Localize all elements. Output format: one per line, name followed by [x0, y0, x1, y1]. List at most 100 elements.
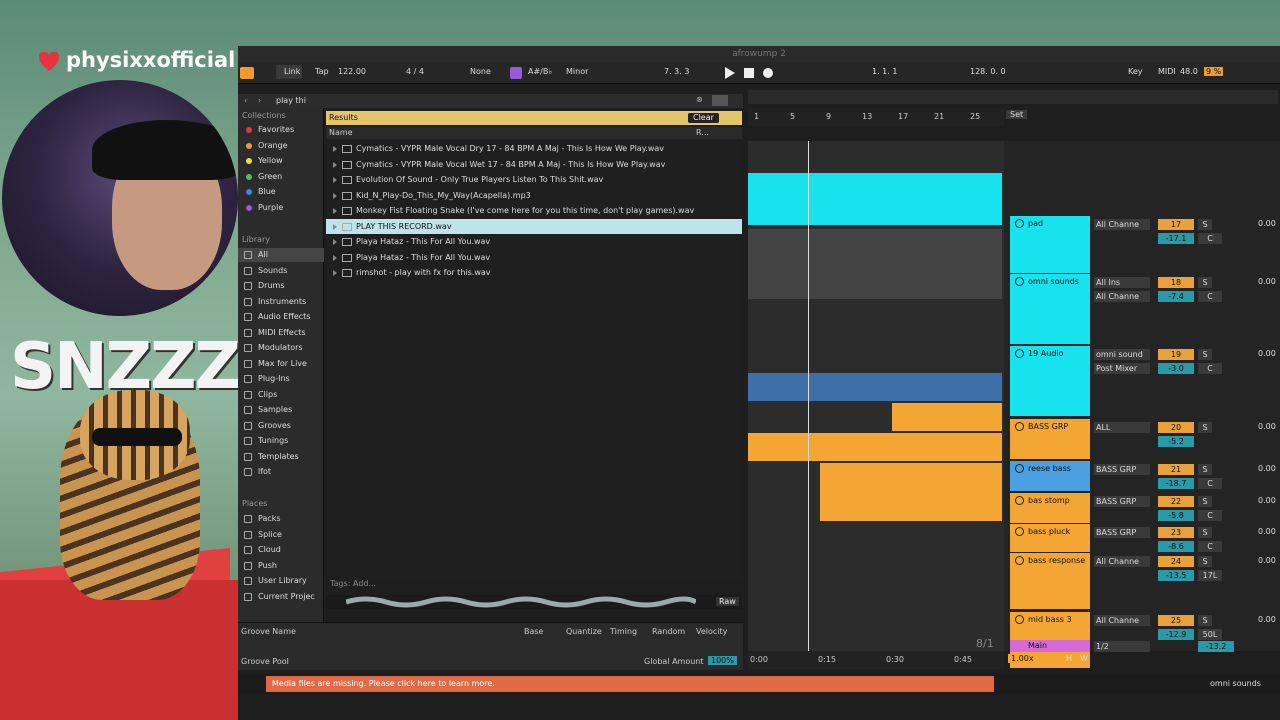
- place-item[interactable]: Packs: [238, 512, 324, 526]
- expand-arrow-icon[interactable]: [333, 270, 337, 276]
- solo-button[interactable]: S: [1198, 277, 1212, 288]
- view-toggle[interactable]: [240, 67, 254, 79]
- track-header[interactable]: BASS GRP: [1010, 419, 1090, 459]
- quantize-dropdown[interactable]: None: [470, 67, 491, 76]
- result-row[interactable]: Playa Hataz - This For All You.wav: [326, 250, 742, 265]
- fold-icon[interactable]: [1015, 422, 1024, 431]
- result-row[interactable]: Cymatics - VYPR Male Vocal Wet 17 - 84 B…: [326, 157, 742, 172]
- collection-favorites[interactable]: Favorites: [238, 123, 324, 137]
- fold-icon[interactable]: [1015, 556, 1024, 565]
- channel-select[interactable]: All Channe: [1094, 291, 1150, 302]
- library-item-drums[interactable]: Drums: [238, 279, 324, 293]
- tempo-field[interactable]: 122.00: [338, 67, 366, 76]
- library-item-lfot[interactable]: lfot: [238, 465, 324, 479]
- track-number[interactable]: 21: [1158, 464, 1194, 475]
- track-number[interactable]: 22: [1158, 496, 1194, 507]
- track-header[interactable]: bass pluck: [1010, 524, 1090, 552]
- clip-omni[interactable]: [748, 229, 1002, 299]
- preview-waveform[interactable]: Raw: [326, 595, 742, 609]
- place-item[interactable]: Push: [238, 559, 324, 573]
- send-value[interactable]: 0.00: [1258, 219, 1276, 228]
- pan-field[interactable]: C: [1198, 233, 1222, 244]
- volume-field[interactable]: -8.6: [1158, 541, 1194, 552]
- result-row[interactable]: Playa Hataz - This For All You.wav: [326, 234, 742, 249]
- clear-button[interactable]: Clear: [688, 113, 719, 123]
- back-arrow-icon[interactable]: ‹: [244, 96, 247, 105]
- input-select[interactable]: ALL: [1094, 422, 1150, 433]
- name-column[interactable]: Name: [329, 128, 353, 137]
- send-value[interactable]: 0.00: [1258, 422, 1276, 431]
- expand-arrow-icon[interactable]: [333, 161, 337, 168]
- solo-button[interactable]: S: [1198, 422, 1212, 433]
- track-header[interactable]: bass response: [1010, 553, 1090, 609]
- input-select[interactable]: All Channe: [1094, 556, 1150, 567]
- main-volume[interactable]: -13.2: [1198, 641, 1234, 652]
- forward-arrow-icon[interactable]: ›: [258, 96, 261, 105]
- fold-icon[interactable]: [1015, 349, 1024, 358]
- pan-field[interactable]: C: [1198, 478, 1222, 489]
- collection-orange[interactable]: Orange: [238, 139, 324, 153]
- solo-button[interactable]: S: [1198, 527, 1212, 538]
- fold-icon[interactable]: [1015, 527, 1024, 536]
- track-header[interactable]: reese bass: [1010, 461, 1090, 491]
- play-icon[interactable]: [724, 67, 735, 79]
- result-row[interactable]: rimshot - play with fx for this.wav: [326, 265, 742, 280]
- solo-button[interactable]: S: [1198, 556, 1212, 567]
- fold-icon[interactable]: [1015, 219, 1024, 228]
- groove-col-3[interactable]: Timing: [610, 627, 637, 636]
- tap-button[interactable]: Tap: [315, 67, 329, 76]
- global-amount-field[interactable]: 100%: [708, 656, 737, 665]
- collection-green[interactable]: Green: [238, 170, 324, 184]
- volume-field[interactable]: -12.9: [1158, 629, 1194, 640]
- zoom-field[interactable]: 1.00x: [1008, 654, 1037, 663]
- pan-field[interactable]: C: [1198, 510, 1222, 521]
- clip-stomp[interactable]: [892, 403, 1002, 431]
- library-item-audio-effects[interactable]: Audio Effects: [238, 310, 324, 324]
- solo-button[interactable]: S: [1198, 219, 1212, 230]
- send-value[interactable]: 0.00: [1258, 527, 1276, 536]
- groove-col-4[interactable]: Random: [652, 627, 685, 636]
- stop-icon[interactable]: [744, 68, 754, 78]
- result-row[interactable]: Monkey Fist Floating Snake (I've come he…: [326, 203, 742, 218]
- scale-dropdown[interactable]: Minor: [566, 67, 588, 76]
- track-header[interactable]: bas stomp: [1010, 493, 1090, 523]
- fold-icon[interactable]: [1015, 496, 1024, 505]
- beat-ruler[interactable]: 1 5 9 13 17 21 25: [748, 108, 1004, 126]
- fold-icon[interactable]: [1015, 464, 1024, 473]
- send-value[interactable]: 0.00: [1258, 556, 1276, 565]
- library-item-midi-effects[interactable]: MIDI Effects: [238, 326, 324, 340]
- input-select[interactable]: BASS GRP: [1094, 464, 1150, 475]
- scale-mode-icon[interactable]: [510, 67, 522, 79]
- input-select[interactable]: omni sound: [1094, 349, 1150, 360]
- result-row[interactable]: Cymatics - VYPR Male Vocal Dry 17 - 84 B…: [326, 141, 742, 156]
- clip-pluck[interactable]: [748, 433, 1002, 461]
- result-row[interactable]: Evolution Of Sound - Only True Players L…: [326, 172, 742, 187]
- track-number[interactable]: 23: [1158, 527, 1194, 538]
- key-map-button[interactable]: Key: [1128, 67, 1143, 76]
- library-item-tunings[interactable]: Tunings: [238, 434, 324, 448]
- track-number[interactable]: 20: [1158, 422, 1194, 433]
- volume-field[interactable]: -7.4: [1158, 291, 1194, 302]
- pan-field[interactable]: 50L: [1198, 629, 1222, 640]
- expand-arrow-icon[interactable]: [333, 223, 337, 230]
- w-button[interactable]: W: [1080, 654, 1088, 663]
- song-position[interactable]: 7. 3. 3: [664, 67, 689, 76]
- search-input[interactable]: play thi: [276, 96, 306, 105]
- groove-col-2[interactable]: Quantize: [566, 627, 602, 636]
- input-select[interactable]: All Channe: [1094, 219, 1150, 230]
- track-number[interactable]: 18: [1158, 277, 1194, 288]
- raw-toggle[interactable]: Raw: [716, 597, 739, 606]
- h-button[interactable]: H: [1066, 654, 1072, 663]
- pan-field[interactable]: C: [1198, 291, 1222, 302]
- track-number[interactable]: 19: [1158, 349, 1194, 360]
- clear-search-icon[interactable]: ⊗: [696, 95, 703, 104]
- main-input[interactable]: 1/2: [1094, 641, 1150, 652]
- volume-field[interactable]: -17.1: [1158, 233, 1194, 244]
- pan-field[interactable]: C: [1198, 541, 1222, 552]
- solo-button[interactable]: S: [1198, 349, 1212, 360]
- track-number[interactable]: 25: [1158, 615, 1194, 626]
- send-value[interactable]: 0.00: [1258, 464, 1276, 473]
- track-number[interactable]: 24: [1158, 556, 1194, 567]
- clip-reese[interactable]: [748, 373, 1002, 401]
- expand-arrow-icon[interactable]: [333, 239, 337, 245]
